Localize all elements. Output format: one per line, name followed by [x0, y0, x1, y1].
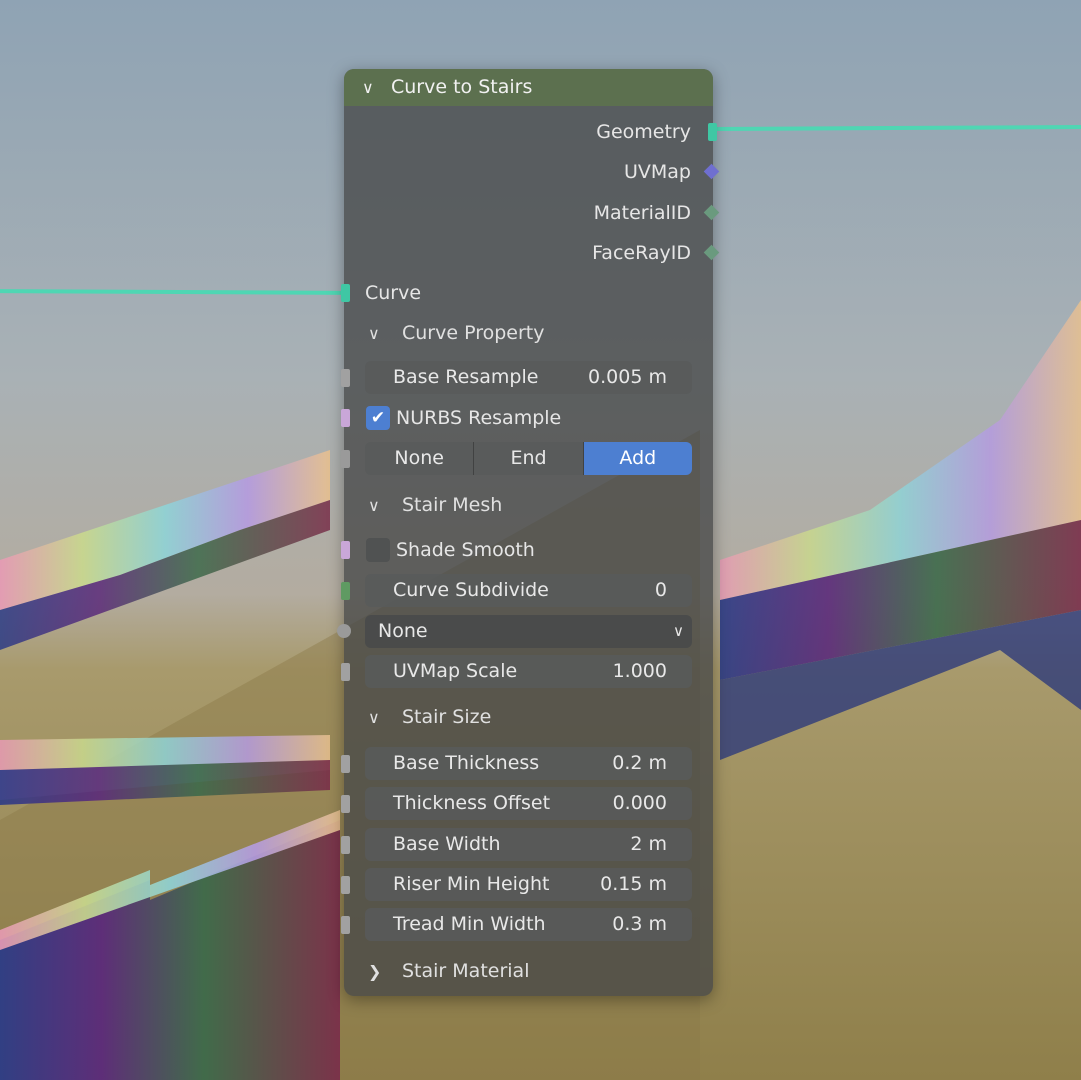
panel-expand-chevron-icon: ∨: [368, 708, 380, 727]
end-mode-selector[interactable]: None End Add: [365, 442, 692, 475]
tread-min-width-value: 0.3 m: [612, 913, 667, 935]
uvmap-scale-socket-icon[interactable]: [341, 663, 350, 681]
uvmap-scale-label: UVMap Scale: [393, 660, 518, 682]
panel-stair-size-label: Stair Size: [402, 706, 492, 728]
panel-curve-property-label: Curve Property: [402, 322, 545, 344]
nurbs-resample-socket-icon[interactable]: [341, 409, 350, 427]
base-resample-label: Base Resample: [393, 366, 539, 388]
uvmap-scale-field[interactable]: UVMap Scale 1.000: [365, 655, 692, 688]
panel-curve-property[interactable]: ∨ Curve Property: [368, 320, 545, 346]
end-mode-option-end[interactable]: End: [474, 442, 584, 475]
thickness-offset-field[interactable]: Thickness Offset 0.000: [365, 787, 692, 820]
riser-min-height-field[interactable]: Riser Min Height 0.15 m: [365, 868, 692, 901]
thickness-offset-socket-icon[interactable]: [341, 795, 350, 813]
output-materialid-label: MaterialID: [593, 202, 691, 224]
end-mode-option-none[interactable]: None: [365, 442, 475, 475]
base-resample-field[interactable]: Base Resample 0.005 m: [365, 361, 692, 394]
base-width-socket-icon[interactable]: [341, 836, 350, 854]
panel-stair-mesh-label: Stair Mesh: [402, 494, 503, 516]
collapse-chevron-icon[interactable]: ∨: [362, 69, 374, 106]
base-resample-value: 0.005 m: [588, 366, 667, 388]
end-mode-option-add[interactable]: Add: [583, 442, 692, 475]
panel-collapsed-chevron-icon: ❯: [368, 962, 382, 981]
node-header[interactable]: ∨ Curve to Stairs: [344, 69, 713, 106]
curve-to-stairs-node[interactable]: ∨ Curve to Stairs Geometry UVMap Materia…: [337, 69, 720, 996]
shade-smooth-checkbox[interactable]: [366, 538, 390, 562]
end-mode-socket-icon[interactable]: [341, 450, 350, 468]
curve-input-label: Curve: [365, 282, 422, 304]
thickness-offset-value: 0.000: [612, 792, 667, 814]
base-width-label: Base Width: [393, 833, 501, 855]
output-uvmap-label: UVMap: [623, 161, 691, 183]
panel-stair-size[interactable]: ∨ Stair Size: [368, 704, 491, 730]
shade-smooth-label: Shade Smooth: [396, 539, 535, 561]
curve-subdivide-label: Curve Subdivide: [393, 579, 549, 601]
curve-subdivide-value: 0: [654, 579, 667, 601]
nurbs-resample-checkbox[interactable]: ✔: [366, 406, 390, 430]
nurbs-resample-label: NURBS Resample: [396, 407, 562, 429]
tread-min-width-field[interactable]: Tread Min Width 0.3 m: [365, 908, 692, 941]
base-thickness-socket-icon[interactable]: [341, 755, 350, 773]
riser-min-height-value: 0.15 m: [600, 873, 667, 895]
base-width-field[interactable]: Base Width 2 m: [365, 828, 692, 861]
base-resample-socket-icon[interactable]: [341, 369, 350, 387]
riser-min-height-socket-icon[interactable]: [341, 876, 350, 894]
output-geometry-label: Geometry: [596, 121, 691, 143]
panel-expand-chevron-icon: ∨: [368, 496, 380, 515]
tread-min-width-socket-icon[interactable]: [341, 916, 350, 934]
uv-mode-selected: None: [378, 620, 428, 642]
output-facerayid-label: FaceRayID: [592, 242, 691, 264]
curve-subdivide-socket-icon[interactable]: [341, 582, 350, 600]
base-thickness-value: 0.2 m: [612, 752, 667, 774]
panel-stair-material-label: Stair Material: [402, 960, 530, 982]
geometry-output-socket-icon[interactable]: [708, 123, 717, 141]
thickness-offset-label: Thickness Offset: [393, 792, 551, 814]
base-thickness-label: Base Thickness: [393, 752, 540, 774]
base-thickness-field[interactable]: Base Thickness 0.2 m: [365, 747, 692, 780]
curve-input-socket-icon[interactable]: [341, 284, 350, 302]
uv-mode-dropdown[interactable]: None ∨: [365, 615, 692, 648]
base-width-value: 2 m: [630, 833, 667, 855]
panel-stair-material[interactable]: ❯ Stair Material: [368, 958, 529, 984]
uvmap-scale-value: 1.000: [612, 660, 667, 682]
riser-min-height-label: Riser Min Height: [393, 873, 550, 895]
chevron-down-icon: ∨: [673, 622, 684, 640]
uv-mode-socket-icon[interactable]: [337, 624, 351, 638]
curve-subdivide-field[interactable]: Curve Subdivide 0: [365, 574, 692, 607]
panel-expand-chevron-icon: ∨: [368, 324, 380, 343]
shade-smooth-socket-icon[interactable]: [341, 541, 350, 559]
node-title: Curve to Stairs: [391, 76, 533, 98]
tread-min-width-label: Tread Min Width: [393, 913, 546, 935]
panel-stair-mesh[interactable]: ∨ Stair Mesh: [368, 492, 502, 518]
